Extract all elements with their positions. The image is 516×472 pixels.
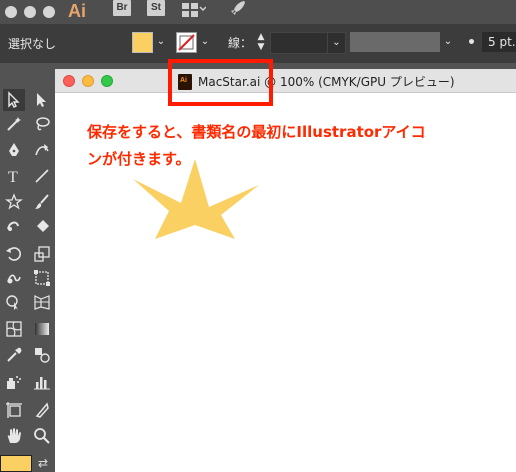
- scale-tool-icon[interactable]: [31, 243, 53, 265]
- document-title-bar: Ai MacStar.ai @ 100% (CMYK/GPU プレビュー): [55, 69, 516, 93]
- lasso-tool-icon[interactable]: [31, 113, 53, 135]
- mesh-tool-icon[interactable]: [3, 318, 25, 340]
- fill-color-swatch[interactable]: [132, 32, 153, 53]
- type-tool-icon[interactable]: T: [3, 165, 25, 187]
- eyedropper-tool-icon[interactable]: [3, 344, 25, 366]
- graph-tool-icon[interactable]: [31, 371, 53, 393]
- app-bar: Ai Br St: [0, 0, 516, 24]
- hand-tool-icon[interactable]: [3, 425, 25, 447]
- annotation-line-1: 保存をすると、書類名の最初にIllustratorアイコ: [87, 123, 426, 141]
- stroke-dropdown-chevron-icon[interactable]: ⌄: [199, 35, 211, 49]
- tools-panel: T: [0, 63, 55, 472]
- stroke-width-stepper-icon[interactable]: ▲ ▼: [254, 32, 268, 54]
- fill-dropdown-chevron-icon[interactable]: ⌄: [155, 35, 167, 49]
- zoom-window-button[interactable]: [43, 6, 55, 18]
- control-bar: 選択なし ⌄ ⌄ 線： ▲ ▼ ⌄ ⌄ 5 pt.: [0, 24, 516, 63]
- gradient-tool-icon[interactable]: [31, 318, 53, 340]
- annotation-line-2: ンが付きます。: [87, 150, 191, 168]
- swap-colors-icon[interactable]: ⇄: [38, 455, 54, 471]
- document-zoom-button[interactable]: [101, 75, 113, 87]
- slice-tool-icon[interactable]: [31, 399, 53, 421]
- document-minimize-button[interactable]: [82, 75, 94, 87]
- document-close-button[interactable]: [63, 75, 75, 87]
- blend-tool-icon[interactable]: [31, 344, 53, 366]
- brush-dot-icon: [469, 39, 474, 44]
- shaper-tool-icon[interactable]: [3, 215, 25, 237]
- direct-selection-tool-icon[interactable]: [31, 89, 53, 111]
- free-transform-tool-icon[interactable]: [31, 267, 53, 289]
- stroke-width-input[interactable]: [270, 32, 328, 54]
- selection-tool-icon[interactable]: [3, 89, 25, 111]
- rocket-icon[interactable]: [230, 0, 246, 16]
- rotate-tool-icon[interactable]: [3, 243, 25, 265]
- artboard-tool-icon[interactable]: [3, 399, 25, 421]
- minimize-window-button[interactable]: [24, 6, 36, 18]
- shape-builder-tool-icon[interactable]: [3, 291, 25, 313]
- highlight-frame: [168, 59, 273, 106]
- eraser-tool-icon[interactable]: [31, 215, 53, 237]
- warp-tool-icon[interactable]: [3, 267, 25, 289]
- fill-color-chip[interactable]: [0, 455, 32, 472]
- variable-width-profile[interactable]: [350, 32, 440, 52]
- stroke-color-swatch[interactable]: [176, 32, 197, 53]
- curvature-tool-icon[interactable]: [31, 139, 53, 161]
- annotation-text: 保存をすると、書類名の最初にIllustratorアイコ ンが付きます。: [87, 119, 497, 173]
- zoom-tool-icon[interactable]: [31, 425, 53, 447]
- perspective-grid-tool-icon[interactable]: [31, 291, 53, 313]
- stock-button[interactable]: St: [147, 0, 165, 16]
- line-tool-icon[interactable]: [31, 165, 53, 187]
- symbol-sprayer-tool-icon[interactable]: [3, 371, 25, 393]
- bridge-button[interactable]: Br: [113, 0, 131, 16]
- selection-status: 選択なし: [8, 37, 57, 51]
- profile-dropdown-chevron-icon[interactable]: ⌄: [442, 35, 454, 49]
- illustrator-logo: Ai: [68, 1, 86, 21]
- svg-text:T: T: [8, 169, 18, 185]
- close-window-button[interactable]: [5, 6, 17, 18]
- star-tool-icon[interactable]: [3, 191, 25, 213]
- pen-tool-icon[interactable]: [3, 139, 25, 161]
- paintbrush-tool-icon[interactable]: [31, 191, 53, 213]
- workspace-grid-icon[interactable]: [182, 2, 207, 17]
- magic-wand-tool-icon[interactable]: [3, 113, 25, 135]
- stroke-width-chevron-icon[interactable]: ⌄: [327, 32, 346, 54]
- brush-size-field[interactable]: 5 pt.: [482, 32, 516, 52]
- stroke-label: 線：: [228, 36, 253, 50]
